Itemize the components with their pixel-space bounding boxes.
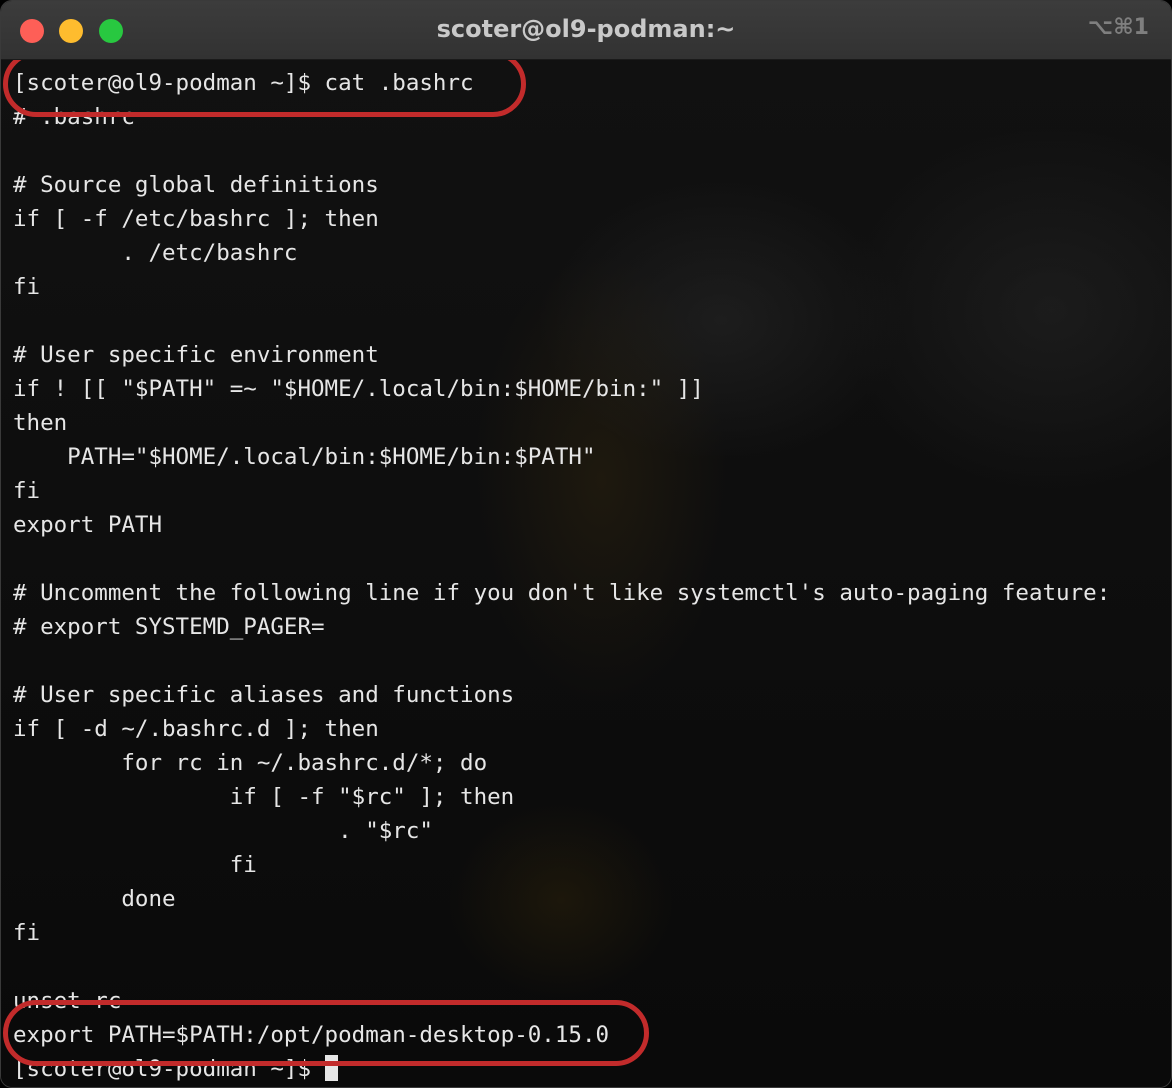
terminal-prompt: [scoter@ol9-podman ~]$: [13, 1056, 325, 1082]
terminal-line: # export SYSTEMD_PAGER=: [13, 614, 325, 640]
terminal-line: fi: [13, 478, 41, 504]
terminal-line: . /etc/bashrc: [13, 240, 298, 266]
terminal-line: # .bashrc: [13, 104, 135, 130]
terminal-line: export PATH: [13, 512, 163, 538]
terminal-line: # User specific aliases and functions: [13, 682, 515, 708]
terminal-prompt-line[interactable]: [scoter@ol9-podman ~]$: [13, 1052, 1110, 1086]
terminal-line: # Source global definitions: [13, 172, 379, 198]
terminal-line: if [ -f "$rc" ]; then: [13, 784, 515, 810]
terminal-line-export: export PATH=$PATH:/opt/podman-desktop-0.…: [13, 1022, 610, 1048]
terminal-line: for rc in ~/.bashrc.d/*; do: [13, 750, 488, 776]
terminal-line: . "$rc": [13, 818, 433, 844]
window-shortcut: ⌥⌘1: [1087, 15, 1149, 40]
terminal-line: unset rc: [13, 988, 122, 1014]
terminal-line: if [ -d ~/.bashrc.d ]; then: [13, 716, 379, 742]
terminal-line: then: [13, 410, 68, 436]
terminal-line: fi: [13, 920, 41, 946]
window-title: scoter@ol9-podman:~: [436, 15, 736, 43]
terminal-line-command: [scoter@ol9-podman ~]$ cat .bashrc: [13, 70, 474, 96]
text-cursor: [324, 1055, 338, 1081]
terminal-line: # User specific environment: [13, 342, 379, 368]
terminal-line: if ! [[ "$PATH" =~ "$HOME/.local/bin:$HO…: [13, 376, 704, 402]
terminal-line: # Uncomment the following line if you do…: [13, 580, 1111, 606]
terminal-line: PATH="$HOME/.local/bin:$HOME/bin:$PATH": [13, 444, 596, 470]
terminal-output[interactable]: [scoter@ol9-podman ~]$ cat .bashrc # .ba…: [1, 60, 1171, 1087]
terminal-lines: [scoter@ol9-podman ~]$ cat .bashrc # .ba…: [13, 66, 1110, 1086]
terminal-window: scoter@ol9-podman:~ ⌥⌘1 [scoter@ol9-podm…: [0, 0, 1172, 1088]
terminal-line: fi: [13, 274, 41, 300]
terminal-line: done: [13, 886, 176, 912]
terminal-line: if [ -f /etc/bashrc ]; then: [13, 206, 379, 232]
title-bar[interactable]: scoter@ol9-podman:~ ⌥⌘1: [1, 1, 1171, 60]
terminal-line: fi: [13, 852, 257, 878]
